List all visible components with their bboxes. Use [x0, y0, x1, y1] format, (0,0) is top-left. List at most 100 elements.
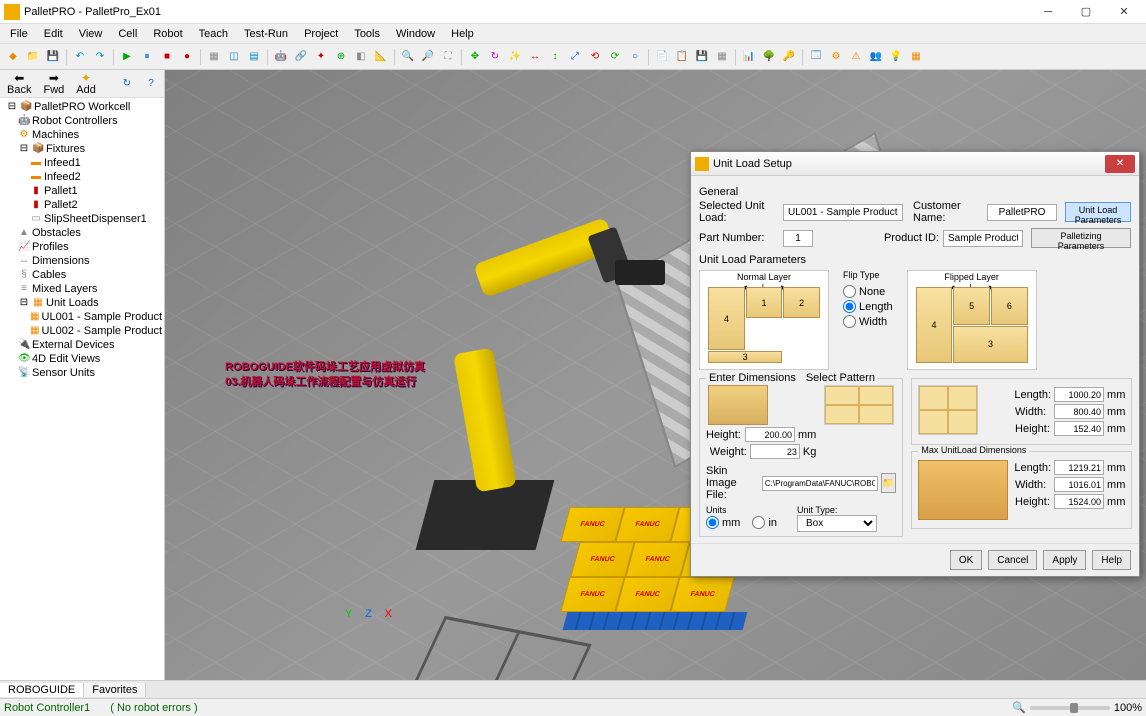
- tb-frame-icon[interactable]: ◧: [352, 48, 370, 66]
- cancel-button[interactable]: Cancel: [988, 550, 1037, 570]
- max-width-input[interactable]: [1054, 477, 1104, 492]
- unit-type-select[interactable]: Box: [797, 515, 877, 532]
- close-button[interactable]: ✕: [1106, 1, 1142, 23]
- menu-window[interactable]: Window: [388, 26, 443, 42]
- layer-length-input[interactable]: [1054, 387, 1104, 402]
- tb-undo-icon[interactable]: ↶: [71, 48, 89, 66]
- tb-zoom-fit-icon[interactable]: ⛶: [439, 48, 457, 66]
- tb-gear-icon[interactable]: ⚙: [827, 48, 845, 66]
- layer-width-input[interactable]: [1054, 404, 1104, 419]
- menu-view[interactable]: View: [71, 26, 111, 42]
- tree-ul001[interactable]: ▦UL001 - Sample Product: [2, 310, 162, 324]
- tb-disk-icon[interactable]: 💾: [693, 48, 711, 66]
- tb-move-y-icon[interactable]: ↕: [546, 48, 564, 66]
- tb-people-icon[interactable]: 👥: [867, 48, 885, 66]
- flip-length-radio[interactable]: [843, 300, 856, 313]
- tb-chart-icon[interactable]: 📊: [740, 48, 758, 66]
- tb-tree-icon[interactable]: 🌳: [760, 48, 778, 66]
- tree-external-devices[interactable]: 🔌External Devices: [2, 338, 162, 352]
- tree-mixed-layers[interactable]: ≡Mixed Layers: [2, 282, 162, 296]
- tb-light-icon[interactable]: 💡: [887, 48, 905, 66]
- tb-robot-icon[interactable]: 🤖: [272, 48, 290, 66]
- tb-key-icon[interactable]: 🔑: [780, 48, 798, 66]
- help-icon[interactable]: ?: [142, 75, 160, 93]
- tb-stop-icon[interactable]: ■: [158, 48, 176, 66]
- tab-roboguide[interactable]: ROBOGUIDE: [0, 683, 84, 697]
- tree-infeed1[interactable]: ▬Infeed1: [2, 156, 162, 170]
- tb-move-z-icon[interactable]: ⤢: [566, 48, 584, 66]
- layer-height-input[interactable]: [1054, 421, 1104, 436]
- unit-load-params-button[interactable]: Unit Load Parameters: [1065, 202, 1131, 222]
- tb-table-icon[interactable]: ▦: [713, 48, 731, 66]
- tb-open-icon[interactable]: 📁: [24, 48, 42, 66]
- maximize-button[interactable]: ▢: [1068, 1, 1104, 23]
- zoom-out-icon[interactable]: 🔍: [1012, 701, 1026, 714]
- unit-in-radio[interactable]: [752, 516, 765, 529]
- add-button[interactable]: ✦Add: [73, 71, 99, 97]
- flip-width-radio[interactable]: [843, 315, 856, 328]
- tree-pallet1[interactable]: ▮Pallet1: [2, 184, 162, 198]
- tb-measure-icon[interactable]: 📐: [372, 48, 390, 66]
- menu-tools[interactable]: Tools: [346, 26, 388, 42]
- part-number-input[interactable]: [783, 230, 813, 247]
- tb-target-icon[interactable]: ⊕: [332, 48, 350, 66]
- menu-test-run[interactable]: Test-Run: [236, 26, 296, 42]
- tb-pause-icon[interactable]: ⏸: [138, 48, 156, 66]
- tree-machines[interactable]: ⚙Machines: [2, 128, 162, 142]
- help-button[interactable]: Help: [1092, 550, 1131, 570]
- tree-infeed2[interactable]: ▬Infeed2: [2, 170, 162, 184]
- tree-4d-views[interactable]: 👁4D Edit Views: [2, 352, 162, 366]
- apply-button[interactable]: Apply: [1043, 550, 1086, 570]
- tree-obstacles[interactable]: ▲Obstacles: [2, 226, 162, 240]
- tb-move-x-icon[interactable]: ↔: [526, 48, 544, 66]
- workcell-tree[interactable]: ⊟📦PalletPRO Workcell 🤖Robot Controllers …: [0, 98, 164, 680]
- tb-redo-icon[interactable]: ↷: [91, 48, 109, 66]
- tb-sparkle-icon[interactable]: ✨: [506, 48, 524, 66]
- tree-robot-controllers[interactable]: 🤖Robot Controllers: [2, 114, 162, 128]
- tb-pan-icon[interactable]: ✥: [466, 48, 484, 66]
- tb-view2-icon[interactable]: ▤: [245, 48, 263, 66]
- back-button[interactable]: ⬅Back: [4, 71, 34, 97]
- tree-dimensions[interactable]: ↔Dimensions: [2, 254, 162, 268]
- minimize-button[interactable]: ─: [1030, 1, 1066, 23]
- menu-help[interactable]: Help: [443, 26, 482, 42]
- tree-profiles[interactable]: 📈Profiles: [2, 240, 162, 254]
- menu-edit[interactable]: Edit: [36, 26, 71, 42]
- tb-grid-icon[interactable]: ▦: [205, 48, 223, 66]
- box-height-input[interactable]: [745, 427, 795, 442]
- product-id-input[interactable]: [943, 230, 1023, 247]
- max-length-input[interactable]: [1054, 460, 1104, 475]
- tb-axes-icon[interactable]: ✦: [312, 48, 330, 66]
- flip-none-radio[interactable]: [843, 285, 856, 298]
- tb-zoom-out-icon[interactable]: 🔎: [419, 48, 437, 66]
- ok-button[interactable]: OK: [950, 550, 982, 570]
- tree-unit-loads[interactable]: ⊟▦Unit Loads: [2, 296, 162, 310]
- tb-rot-y-icon[interactable]: ⟳: [606, 48, 624, 66]
- zoom-control[interactable]: 🔍 100%: [1012, 701, 1142, 714]
- menu-teach[interactable]: Teach: [191, 26, 236, 42]
- tb-rotate-icon[interactable]: ↻: [486, 48, 504, 66]
- tb-play-icon[interactable]: ▶: [118, 48, 136, 66]
- tb-rot-x-icon[interactable]: ⟲: [586, 48, 604, 66]
- menu-project[interactable]: Project: [296, 26, 346, 42]
- tree-ul002[interactable]: ▦UL002 - Sample Product: [2, 324, 162, 338]
- tree-slipsheet[interactable]: ▭SlipSheetDispenser1: [2, 212, 162, 226]
- menu-robot[interactable]: Robot: [145, 26, 190, 42]
- customer-name-input[interactable]: [987, 204, 1057, 221]
- tb-new-icon[interactable]: ◆: [4, 48, 22, 66]
- tree-pallet2[interactable]: ▮Pallet2: [2, 198, 162, 212]
- dialog-close-button[interactable]: ✕: [1105, 155, 1135, 173]
- tab-favorites[interactable]: Favorites: [84, 683, 146, 697]
- tree-cables[interactable]: §Cables: [2, 268, 162, 282]
- menu-cell[interactable]: Cell: [110, 26, 145, 42]
- menu-file[interactable]: File: [2, 26, 36, 42]
- tb-save-icon[interactable]: 💾: [44, 48, 62, 66]
- tb-record-icon[interactable]: ●: [178, 48, 196, 66]
- tree-root[interactable]: ⊟📦PalletPRO Workcell: [2, 100, 162, 114]
- tb-warn-icon[interactable]: ⚠: [847, 48, 865, 66]
- tb-view1-icon[interactable]: ◫: [225, 48, 243, 66]
- tree-sensor-units[interactable]: 📡Sensor Units: [2, 366, 162, 380]
- fwd-button[interactable]: ➡Fwd: [40, 71, 67, 97]
- browse-button[interactable]: 📁: [881, 473, 896, 493]
- tb-pallet-icon[interactable]: ▦: [907, 48, 925, 66]
